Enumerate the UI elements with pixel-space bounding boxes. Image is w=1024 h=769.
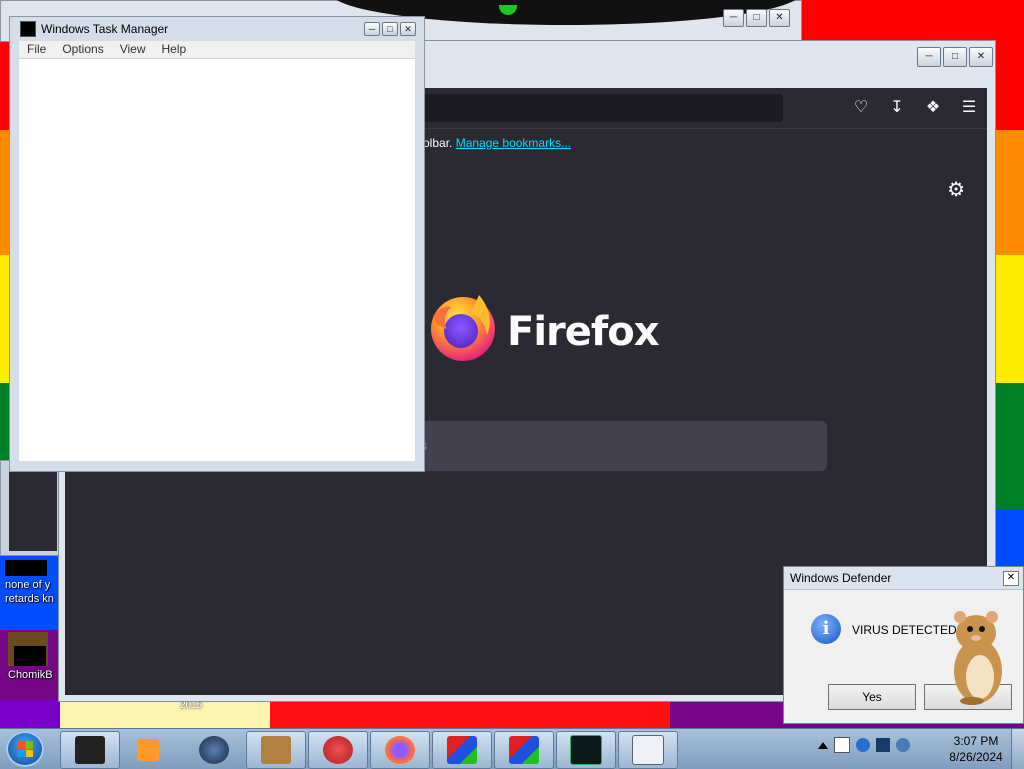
defender-dialog: Windows Defender ✕ i VIRUS DETECTED! Yes <box>783 566 1024 724</box>
menu-file[interactable]: File <box>19 41 54 58</box>
bookmarks-hint: olbar. <box>423 136 453 150</box>
folder-icon <box>75 736 105 764</box>
task-manager-body <box>19 59 415 461</box>
task-manager-menubar: File Options View Help <box>19 41 415 59</box>
clock-date: 8/26/2024 <box>949 750 1003 764</box>
paint-icon <box>323 736 353 764</box>
notification-icon[interactable] <box>834 737 850 753</box>
task-manager-icon <box>20 21 36 37</box>
clock-time: 3:07 PM <box>953 734 999 748</box>
taskbar-item-firefox[interactable] <box>370 731 430 769</box>
task-manager-window: Windows Task Manager ─ □ ✕ File Options … <box>9 16 425 472</box>
task-manager-title: Windows Task Manager <box>41 22 169 36</box>
maximize-icon[interactable]: □ <box>382 22 398 36</box>
taskbar-item-media[interactable] <box>118 731 178 769</box>
media-player-icon <box>137 739 159 761</box>
network-icon[interactable] <box>876 738 890 752</box>
menu-options[interactable]: Options <box>54 41 111 58</box>
volume-icon[interactable] <box>896 738 910 752</box>
start-button[interactable] <box>6 731 44 767</box>
taskbar-item-globe[interactable] <box>184 731 244 769</box>
hamster-icon <box>8 632 48 666</box>
chevron-up-icon[interactable] <box>818 741 828 749</box>
taskbar-item-explorer[interactable] <box>60 731 120 769</box>
hamster-icon <box>261 736 291 764</box>
close-icon[interactable]: ✕ <box>400 22 416 36</box>
close-icon[interactable]: ✕ <box>1003 571 1019 586</box>
desktop-icon-1[interactable]: none of y retards kn <box>5 560 63 606</box>
extensions-icon[interactable]: ❖ <box>923 98 943 118</box>
maximize-icon[interactable]: □ <box>943 47 967 67</box>
pocket-icon[interactable]: ♡ <box>851 98 871 118</box>
yes-button[interactable]: Yes <box>828 684 916 710</box>
shield-icon[interactable] <box>856 738 870 752</box>
firefox-wordmark: Firefox <box>507 309 660 355</box>
taskbar-item-app2[interactable] <box>494 731 554 769</box>
document-icon <box>632 735 664 765</box>
manage-bookmarks-link[interactable]: Manage bookmarks... <box>456 136 571 150</box>
taskbar-item-notepad[interactable] <box>618 731 678 769</box>
cube-icon <box>447 736 477 764</box>
taskbar-item-paint[interactable] <box>308 731 368 769</box>
minimize-icon[interactable]: ─ <box>723 9 744 27</box>
defender-titlebar[interactable]: Windows Defender ✕ <box>784 567 1023 590</box>
gear-icon[interactable]: ⚙ <box>947 177 965 202</box>
info-icon: i <box>811 614 841 644</box>
taskbar: 3:07 PM 8/26/2024 <box>0 728 1024 769</box>
desktop-icon-label: ChomikB <box>8 669 53 681</box>
menu-view[interactable]: View <box>112 41 154 58</box>
background-window-left <box>0 460 60 556</box>
minimize-icon[interactable]: ─ <box>917 47 941 67</box>
cube-icon <box>509 736 539 764</box>
minimize-icon[interactable]: ─ <box>364 22 380 36</box>
clock[interactable]: 3:07 PM 8/26/2024 <box>938 733 1014 765</box>
task-manager-titlebar[interactable]: Windows Task Manager <box>20 21 168 37</box>
globe-icon <box>199 736 229 764</box>
close-icon[interactable]: ✕ <box>769 9 790 27</box>
desktop-icon-chomik[interactable]: ChomikB <box>8 632 64 682</box>
wallpaper-red-strip <box>270 700 670 728</box>
close-icon[interactable]: ✕ <box>969 47 993 67</box>
menu-help[interactable]: Help <box>154 41 195 58</box>
firefox-icon <box>385 736 415 764</box>
firefox-logo-icon <box>431 295 495 361</box>
maximize-icon[interactable]: □ <box>746 9 767 27</box>
desktop-icon-label: none of y retards kn <box>5 579 54 605</box>
desktop-icon-image <box>5 560 47 576</box>
taskbar-item-taskmanager[interactable] <box>556 731 616 769</box>
hamster-image <box>954 611 1002 705</box>
taskbar-item-hamster[interactable] <box>246 731 306 769</box>
windows-logo-icon <box>17 741 33 757</box>
menu-icon[interactable]: ☰ <box>959 98 979 118</box>
task-manager-icon <box>570 735 602 765</box>
defender-title: Windows Defender <box>790 571 892 585</box>
show-desktop-button[interactable] <box>1011 729 1024 769</box>
system-tray <box>818 737 910 753</box>
taskbar-item-app1[interactable] <box>432 731 492 769</box>
download-icon[interactable]: ↧ <box>887 98 907 118</box>
wallpaper-yellow-area: 2015 <box>60 700 270 728</box>
